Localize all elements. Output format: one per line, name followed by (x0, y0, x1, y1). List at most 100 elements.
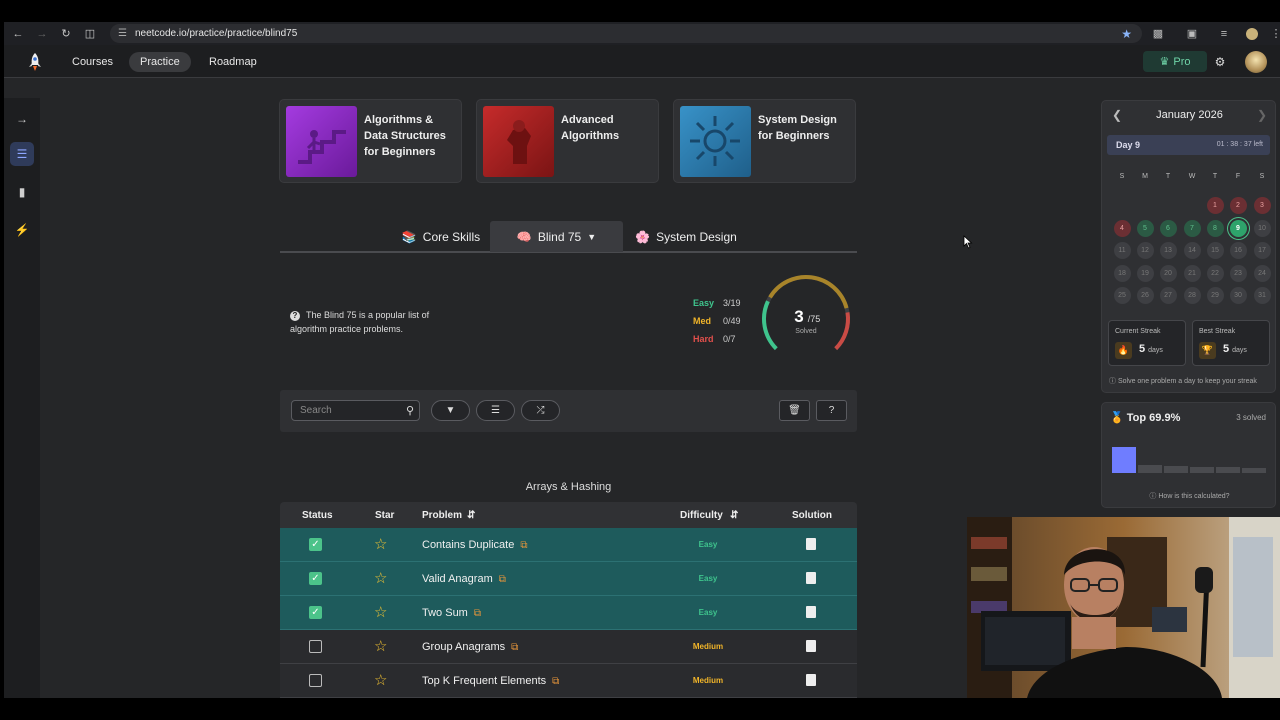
calendar-day[interactable]: 16 (1229, 242, 1247, 259)
neetcode-rocket-logo[interactable] (24, 51, 46, 73)
status-checkbox[interactable] (309, 640, 322, 653)
nav-courses[interactable]: Courses (61, 52, 124, 72)
reading-list-icon[interactable]: ≡ (1214, 22, 1234, 45)
table-row[interactable]: ✓ ☆ Valid Anagram ⧉ Easy (280, 562, 857, 596)
status-checkbox[interactable] (309, 674, 322, 687)
calendar-day[interactable]: 20 (1159, 264, 1177, 282)
calendar-day[interactable]: 25 (1113, 287, 1131, 304)
calendar-day[interactable]: 9 (1229, 219, 1247, 237)
problem-link[interactable]: Two Sum ⧉ (422, 607, 481, 619)
external-link-icon[interactable]: ⧉ (499, 574, 506, 585)
calendar-day[interactable]: 27 (1159, 287, 1177, 304)
list-icon[interactable]: ☰ (10, 142, 34, 166)
calendar-day[interactable]: 23 (1229, 264, 1247, 282)
menu-icon[interactable]: ⋮ (1266, 22, 1280, 45)
calendar-day[interactable]: 6 (1159, 219, 1177, 237)
calendar-day[interactable]: 24 (1253, 264, 1271, 282)
calendar-day[interactable]: 7 (1183, 219, 1201, 237)
calendar-day[interactable]: 14 (1183, 242, 1201, 259)
external-link-icon[interactable]: ⧉ (474, 608, 481, 619)
nav-practice[interactable]: Practice (129, 52, 191, 72)
solution-doc-icon[interactable] (806, 538, 816, 550)
calendar-day[interactable]: 3 (1253, 197, 1271, 214)
problem-link[interactable]: Top K Frequent Elements ⧉ (422, 675, 559, 687)
course-card-algorithms[interactable]: Algorithms & Data Structures for Beginne… (279, 99, 462, 183)
solution-doc-icon[interactable] (806, 640, 816, 652)
expand-arrow-icon[interactable]: → (10, 107, 34, 131)
bookmark-icon[interactable]: ▮ (10, 180, 34, 204)
course-card-system-design[interactable]: System Design for Beginners (673, 99, 856, 183)
tab-blind-75[interactable]: 🧠 Blind 75 ▼ (490, 221, 623, 252)
status-checkbox[interactable]: ✓ (309, 538, 322, 551)
calendar-day[interactable]: 31 (1253, 287, 1271, 304)
help-button[interactable]: ? (816, 400, 847, 421)
solution-doc-icon[interactable] (806, 674, 816, 686)
shuffle-button[interactable]: ⤮ (521, 400, 560, 421)
status-checkbox[interactable]: ✓ (309, 572, 322, 585)
star-icon[interactable]: ☆ (374, 603, 387, 621)
header-problem[interactable]: Problem (422, 510, 462, 521)
reset-button[interactable]: 🗑 (779, 400, 810, 421)
calendar-day[interactable]: 8 (1206, 219, 1224, 237)
bookmark-star-icon[interactable]: ★ (1121, 27, 1132, 41)
calendar-day[interactable]: 12 (1136, 242, 1154, 259)
problem-link[interactable]: Contains Duplicate ⧉ (422, 539, 527, 551)
layers-button[interactable]: ☰ (476, 400, 515, 421)
user-avatar[interactable] (1245, 51, 1267, 73)
settings-gear-icon[interactable]: ⚙ (1210, 51, 1230, 72)
sort-icon[interactable]: ⇵ (730, 510, 738, 521)
back-icon[interactable]: ← (6, 22, 30, 45)
calendar-day[interactable]: 19 (1136, 264, 1154, 282)
next-month-icon[interactable]: ❯ (1257, 108, 1267, 122)
forward-icon[interactable]: → (30, 22, 54, 45)
table-row[interactable]: ☆ Top K Frequent Elements ⧉ Medium (280, 664, 857, 698)
calendar-day[interactable]: 1 (1206, 197, 1224, 214)
calendar-day[interactable]: 5 (1136, 219, 1154, 237)
sidebar-toggle-icon[interactable]: ◫ (78, 22, 102, 45)
problem-link[interactable]: Group Anagrams ⧉ (422, 641, 518, 653)
external-link-icon[interactable]: ⧉ (511, 642, 518, 653)
extensions-icon[interactable]: ▩ (1148, 22, 1168, 45)
calendar-day[interactable]: 26 (1136, 287, 1154, 304)
calendar-day[interactable]: 11 (1113, 242, 1131, 259)
calendar-day[interactable]: 21 (1183, 264, 1201, 282)
solution-doc-icon[interactable] (806, 572, 816, 584)
filter-button[interactable]: ▼ (431, 400, 470, 421)
calendar-day[interactable]: 17 (1253, 242, 1271, 259)
course-card-advanced[interactable]: Advanced Algorithms (476, 99, 659, 183)
address-bar[interactable]: ☰ neetcode.io/practice/practice/blind75 … (110, 24, 1142, 43)
star-icon[interactable]: ☆ (374, 671, 387, 689)
star-icon[interactable]: ☆ (374, 569, 387, 587)
calendar-day[interactable]: 4 (1113, 219, 1131, 237)
sort-icon[interactable]: ⇵ (467, 510, 475, 521)
star-icon[interactable]: ☆ (374, 535, 387, 553)
external-link-icon[interactable]: ⧉ (520, 540, 527, 551)
search-icon[interactable]: ⚲ (406, 404, 414, 417)
table-row[interactable]: ☆ Group Anagrams ⧉ Medium (280, 630, 857, 664)
lightning-icon[interactable]: ⚡ (10, 218, 34, 242)
site-settings-icon[interactable]: ☰ (118, 28, 127, 39)
header-difficulty[interactable]: Difficulty (680, 510, 723, 521)
calendar-day[interactable]: 13 (1159, 242, 1177, 259)
calendar-day[interactable]: 30 (1229, 287, 1247, 304)
status-checkbox[interactable]: ✓ (309, 606, 322, 619)
calendar-day[interactable]: 18 (1113, 264, 1131, 282)
calendar-day[interactable]: 28 (1183, 287, 1201, 304)
cast-icon[interactable]: ▣ (1182, 22, 1202, 45)
tab-core-skills[interactable]: 📚 Core Skills (394, 221, 488, 252)
table-row[interactable]: ✓ ☆ Two Sum ⧉ Easy (280, 596, 857, 630)
calendar-day[interactable]: 22 (1206, 264, 1224, 282)
reload-icon[interactable]: ↻ (54, 22, 78, 45)
tab-system-design[interactable]: 🌸 System Design (630, 221, 742, 252)
external-link-icon[interactable]: ⧉ (552, 676, 559, 687)
search-input[interactable]: Search ⚲ (291, 400, 420, 421)
rank-help-link[interactable]: ⓘ How is this calculated? (1102, 491, 1277, 501)
calendar-day[interactable]: 15 (1206, 242, 1224, 259)
star-icon[interactable]: ☆ (374, 637, 387, 655)
calendar-day[interactable]: 2 (1229, 197, 1247, 214)
nav-roadmap[interactable]: Roadmap (198, 52, 268, 72)
pro-button[interactable]: ♛ Pro (1143, 51, 1207, 72)
solution-doc-icon[interactable] (806, 606, 816, 618)
calendar-day[interactable]: 10 (1253, 219, 1271, 237)
table-row[interactable]: ✓ ☆ Contains Duplicate ⧉ Easy (280, 528, 857, 562)
